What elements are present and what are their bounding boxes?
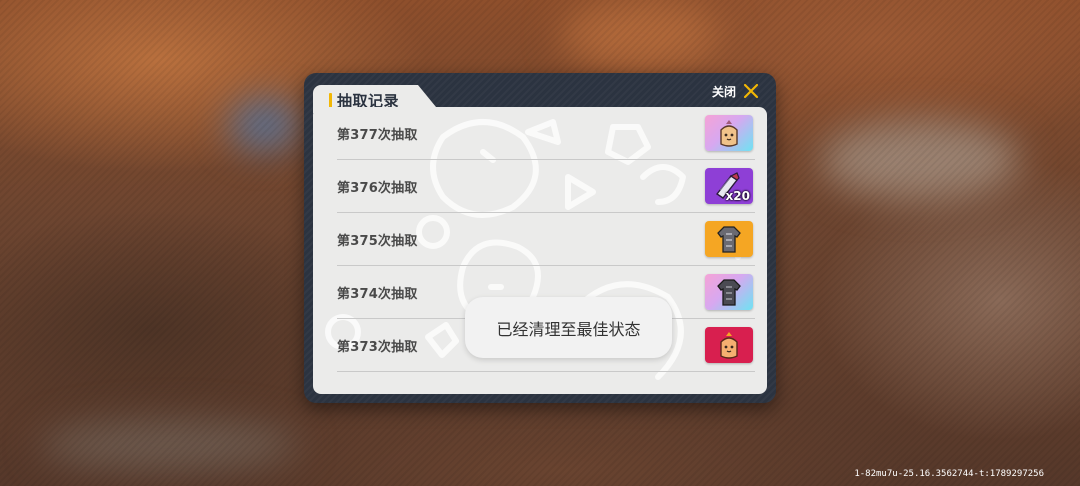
record-row[interactable]: 第377次抽取 — [337, 107, 755, 160]
armor-outfit-icon — [717, 279, 741, 306]
item-slot[interactable] — [705, 221, 753, 257]
record-label: 第374次抽取 — [337, 286, 418, 302]
toast-notification: 已经清理至最佳状态 — [465, 297, 672, 358]
character-bust-icon — [720, 120, 738, 147]
close-x-icon — [743, 83, 759, 99]
toast-message: 已经清理至最佳状态 — [496, 319, 641, 339]
close-button[interactable]: 关闭 — [712, 80, 760, 102]
character-bust-icon — [720, 332, 738, 359]
record-row[interactable]: 第376次抽取 x20 — [337, 160, 755, 213]
armor-outfit-icon — [717, 226, 741, 253]
item-slot[interactable] — [705, 327, 753, 363]
item-quantity: x20 — [725, 189, 750, 203]
record-label: 第373次抽取 — [337, 339, 418, 355]
record-label: 第377次抽取 — [337, 127, 418, 143]
close-label: 关闭 — [711, 84, 736, 99]
item-slot[interactable]: x20 — [705, 168, 753, 204]
item-slot[interactable] — [705, 115, 753, 151]
record-row[interactable]: 第375次抽取 — [337, 213, 755, 266]
build-id-label: 1-82mu7u-25.16.3562744-t:1789297256 — [854, 469, 1044, 479]
item-slot[interactable] — [705, 274, 753, 310]
dialog-tab-slope — [406, 85, 436, 107]
record-label: 第376次抽取 — [337, 180, 418, 196]
record-label: 第375次抽取 — [337, 233, 418, 249]
